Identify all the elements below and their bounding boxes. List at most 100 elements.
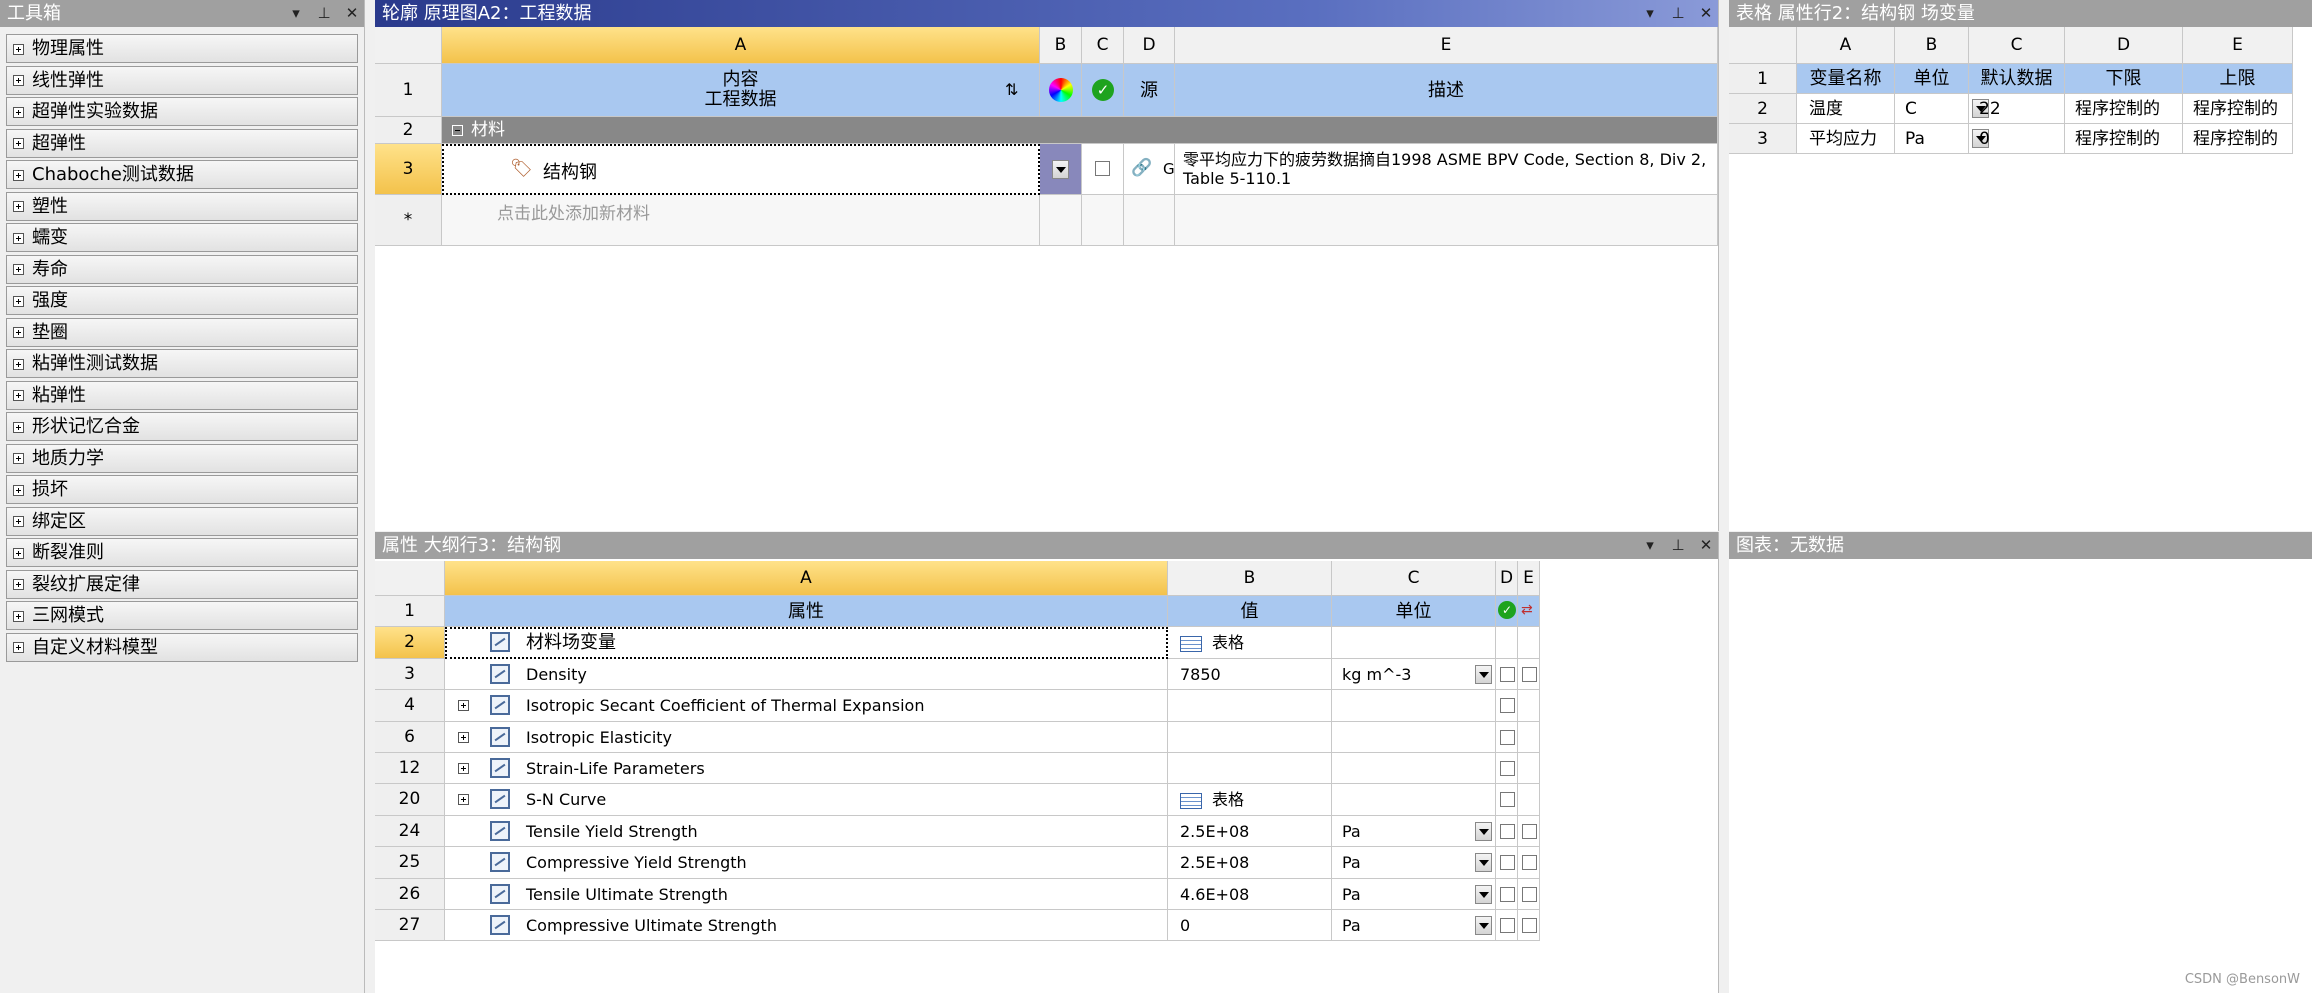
dropdown-icon[interactable] bbox=[1475, 821, 1492, 841]
toolbox-item[interactable]: 断裂准则 bbox=[6, 538, 358, 567]
dropdown-icon[interactable]: ▾ bbox=[288, 0, 304, 27]
table-icon[interactable] bbox=[1180, 792, 1202, 809]
toolbox-item[interactable]: 地质力学 bbox=[6, 443, 358, 473]
row-header[interactable]: 2 bbox=[375, 627, 445, 659]
dropdown-icon[interactable]: ▾ bbox=[1642, 532, 1658, 559]
expand-icon[interactable] bbox=[13, 610, 24, 622]
column-header[interactable]: D bbox=[1124, 27, 1175, 64]
checkbox[interactable] bbox=[1522, 886, 1537, 902]
toolbox-item[interactable]: 线性弹性 bbox=[6, 65, 358, 95]
sort-icon[interactable]: ⇅ bbox=[1005, 80, 1018, 99]
dropdown-icon[interactable] bbox=[1052, 160, 1069, 179]
column-header[interactable]: C bbox=[1082, 27, 1124, 64]
expand-icon[interactable] bbox=[13, 43, 24, 55]
dropdown-icon[interactable] bbox=[1475, 664, 1492, 684]
material-name[interactable]: 结构钢 bbox=[543, 158, 597, 184]
column-header[interactable]: E bbox=[2183, 27, 2293, 64]
toolbox-item[interactable]: 寿命 bbox=[6, 254, 358, 284]
expand-icon[interactable] bbox=[13, 421, 24, 433]
link-icon[interactable]: 🔗 bbox=[1131, 158, 1152, 178]
property-unit[interactable] bbox=[1332, 627, 1496, 659]
toolbox-item[interactable]: 物理属性 bbox=[6, 34, 358, 63]
toolbox-item[interactable]: 三网模式 bbox=[6, 601, 358, 630]
row-header[interactable]: 1 bbox=[375, 596, 445, 628]
property-unit[interactable] bbox=[1332, 784, 1496, 816]
close-icon[interactable]: ✕ bbox=[1698, 532, 1714, 559]
property-unit[interactable]: Pa bbox=[1332, 910, 1496, 942]
row-header[interactable]: 24 bbox=[375, 815, 445, 848]
row-header[interactable]: 3 bbox=[375, 144, 442, 195]
column-header[interactable]: C bbox=[1332, 561, 1496, 596]
expand-icon[interactable] bbox=[13, 579, 24, 590]
property-unit[interactable]: Pa bbox=[1332, 878, 1496, 910]
material-group-row[interactable]: 材料 bbox=[442, 117, 1718, 144]
property-unit[interactable]: Pa bbox=[1332, 815, 1496, 848]
checkbox[interactable] bbox=[1522, 823, 1537, 839]
table-cell[interactable]: 22 bbox=[1969, 94, 2065, 124]
expand-icon[interactable] bbox=[13, 106, 24, 118]
checkbox[interactable] bbox=[1500, 792, 1515, 808]
expand-icon[interactable] bbox=[13, 453, 24, 464]
toolbox-item[interactable]: 裂纹扩展定律 bbox=[6, 569, 358, 599]
row-header[interactable]: 12 bbox=[375, 753, 445, 785]
table-icon[interactable] bbox=[1180, 635, 1202, 652]
property-value[interactable] bbox=[1168, 690, 1332, 722]
row-header[interactable]: 1 bbox=[1729, 64, 1797, 94]
close-icon[interactable]: ✕ bbox=[344, 0, 360, 27]
table-cell[interactable]: 0 bbox=[1969, 124, 2065, 154]
property-value[interactable]: 表格 bbox=[1168, 784, 1332, 816]
column-header[interactable]: E bbox=[1175, 27, 1718, 64]
property-unit[interactable]: Pa bbox=[1332, 847, 1496, 879]
toolbox-item[interactable]: 形状记忆合金 bbox=[6, 412, 358, 441]
toolbox-item[interactable]: 蠕变 bbox=[6, 223, 358, 252]
expand-icon[interactable] bbox=[13, 390, 24, 401]
expand-icon[interactable] bbox=[13, 264, 24, 275]
toolbox-item[interactable]: 粘弹性测试数据 bbox=[6, 349, 358, 378]
row-header[interactable]: 1 bbox=[375, 64, 442, 117]
dropdown-icon[interactable]: ▾ bbox=[1642, 0, 1658, 27]
add-new-material[interactable]: 点击此处添加新材料 bbox=[442, 195, 1040, 246]
toolbox-item[interactable]: 绑定区 bbox=[6, 506, 358, 536]
column-header[interactable] bbox=[375, 27, 442, 64]
property-value[interactable]: 4.6E+08 bbox=[1168, 878, 1332, 910]
column-header[interactable] bbox=[1729, 27, 1797, 64]
row-header[interactable]: 25 bbox=[375, 847, 445, 879]
column-header[interactable]: A bbox=[445, 561, 1168, 596]
column-header[interactable]: C bbox=[1969, 27, 2065, 64]
pin-icon[interactable]: ⊥ bbox=[1670, 532, 1686, 559]
property-value[interactable]: 2.5E+08 bbox=[1168, 815, 1332, 848]
checkbox[interactable] bbox=[1500, 886, 1515, 902]
row-header[interactable]: 3 bbox=[375, 658, 445, 691]
checkbox[interactable] bbox=[1095, 161, 1110, 176]
row-header[interactable]: 3 bbox=[1729, 124, 1797, 154]
toolbox-item[interactable]: 垫圈 bbox=[6, 317, 358, 347]
row-header[interactable]: 4 bbox=[375, 690, 445, 722]
property-value[interactable] bbox=[1168, 753, 1332, 785]
expand-icon[interactable] bbox=[13, 358, 24, 370]
row-header[interactable]: 2 bbox=[375, 117, 442, 144]
property-unit[interactable] bbox=[1332, 690, 1496, 722]
column-header[interactable]: B bbox=[1895, 27, 1969, 64]
toolbox-item[interactable]: Chaboche测试数据 bbox=[6, 160, 358, 189]
expand-icon[interactable] bbox=[13, 327, 24, 338]
checkbox[interactable] bbox=[1522, 855, 1537, 871]
expand-icon[interactable] bbox=[13, 295, 24, 307]
row-header[interactable]: 2 bbox=[1729, 94, 1797, 124]
checkbox[interactable] bbox=[1500, 729, 1515, 745]
expand-icon[interactable] bbox=[458, 731, 469, 743]
dropdown-icon[interactable] bbox=[1475, 853, 1492, 873]
toolbox-item[interactable]: 粘弹性 bbox=[6, 380, 358, 410]
property-value[interactable]: 2.5E+08 bbox=[1168, 847, 1332, 879]
row-header[interactable]: 26 bbox=[375, 878, 445, 910]
checkbox[interactable] bbox=[1500, 918, 1515, 933]
row-header[interactable]: 27 bbox=[375, 910, 445, 942]
toolbox-item[interactable]: 塑性 bbox=[6, 191, 358, 221]
expand-icon[interactable] bbox=[13, 642, 24, 653]
expand-icon[interactable] bbox=[13, 201, 24, 212]
checkbox[interactable] bbox=[1500, 698, 1515, 714]
toolbox-item[interactable]: 损坏 bbox=[6, 475, 358, 504]
expand-icon[interactable] bbox=[13, 484, 24, 496]
close-icon[interactable]: ✕ bbox=[1698, 0, 1714, 27]
pin-icon[interactable]: ⊥ bbox=[1670, 0, 1686, 27]
toolbox-item[interactable]: 超弹性实验数据 bbox=[6, 97, 358, 126]
